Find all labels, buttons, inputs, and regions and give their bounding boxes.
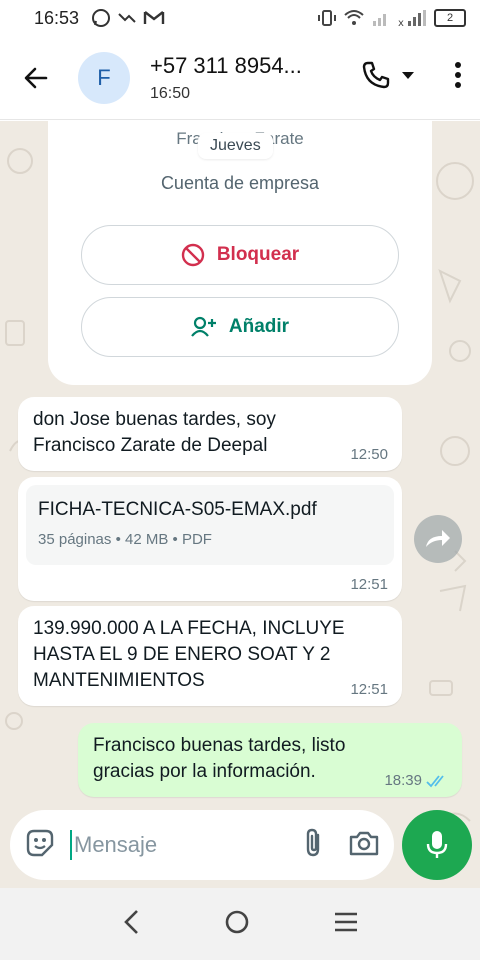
message-time: 12:51 xyxy=(350,681,388,698)
nav-back-button[interactable] xyxy=(121,908,141,941)
file-name: FICHA-TECNICA-S05-EMAX.pdf xyxy=(38,499,317,520)
phone-icon xyxy=(362,61,390,89)
message-time: 12:51 xyxy=(350,576,388,593)
message-time: 12:50 xyxy=(350,446,388,463)
call-options-button[interactable] xyxy=(400,67,416,88)
document-attachment[interactable]: FICHA-TECNICA-S05-EMAX.pdf 35 páginas • … xyxy=(26,485,394,565)
battery-level: 2 xyxy=(446,12,454,24)
add-contact-button[interactable]: Añadir xyxy=(81,297,399,357)
add-label: Añadir xyxy=(228,316,290,337)
chat-header: F +57 311 8954... 16:50 xyxy=(0,36,480,120)
file-type: PDF xyxy=(181,531,212,548)
sticker-button[interactable] xyxy=(24,827,56,864)
signal-icon-2: x xyxy=(398,10,426,27)
message-line: Francisco Zarate de Deepal xyxy=(33,435,268,456)
battery-icon: 2 xyxy=(434,9,466,27)
contact-info[interactable]: +57 311 8954... 16:50 xyxy=(150,53,302,103)
block-button[interactable]: Bloquear xyxy=(81,225,399,285)
camera-icon xyxy=(349,831,379,855)
block-icon xyxy=(181,243,205,267)
microphone-icon xyxy=(426,831,448,858)
avatar[interactable]: F xyxy=(78,51,130,104)
menu-lines-icon xyxy=(335,912,357,931)
gmail-icon xyxy=(143,11,165,24)
svg-text:x: x xyxy=(398,18,404,27)
block-label: Bloquear xyxy=(216,244,300,265)
file-meta: 35 páginas • 42 MB • PDF xyxy=(38,531,212,548)
status-time: 16:53 xyxy=(34,7,80,28)
nav-recents-button[interactable] xyxy=(333,911,359,938)
status-bar: 16:53 x 2 xyxy=(0,0,480,36)
message-line: HASTA EL 9 DE ENERO SOAT Y 2 xyxy=(33,644,331,665)
arrow-left-icon xyxy=(24,67,48,88)
vibrate-icon xyxy=(318,10,336,26)
caret-down-icon xyxy=(402,72,414,79)
composer-actions xyxy=(302,827,380,864)
back-button[interactable] xyxy=(0,36,72,120)
voice-message-button[interactable] xyxy=(402,810,472,880)
attach-button[interactable] xyxy=(302,827,326,864)
missed-call-icon xyxy=(118,13,136,23)
message-text: 139.990.000 A LA FECHA, INCLUYE HASTA EL… xyxy=(33,616,387,694)
message-line: MANTENIMIENTOS xyxy=(33,670,205,691)
file-pages: 35 páginas xyxy=(38,531,112,548)
read-receipt-icon xyxy=(426,775,444,788)
menu-button[interactable] xyxy=(454,61,462,94)
chat-area[interactable]: Francisco Zarate Jueves Cuenta de empres… xyxy=(0,121,480,888)
message-line: Francisco buenas tardes, listo xyxy=(93,735,346,756)
message-input[interactable]: Mensaje xyxy=(70,830,302,860)
nav-home-button[interactable] xyxy=(223,908,251,941)
file-message-bubble[interactable]: FICHA-TECNICA-S05-EMAX.pdf 35 páginas • … xyxy=(18,477,402,601)
business-info-card: Francisco Zarate Jueves Cuenta de empres… xyxy=(48,121,432,385)
date-chip: Jueves xyxy=(198,133,273,159)
camera-button[interactable] xyxy=(348,829,380,862)
system-navigation-bar xyxy=(0,888,480,960)
contact-name: +57 311 8954... xyxy=(150,52,302,78)
file-size: 42 MB xyxy=(125,531,169,548)
chevron-left-icon xyxy=(124,909,138,934)
message-line: don Jose buenas tardes, soy xyxy=(33,409,276,430)
outgoing-message-bubble[interactable]: Francisco buenas tardes, listo gracias p… xyxy=(78,723,462,797)
message-line: 139.990.000 A LA FECHA, INCLUYE xyxy=(33,618,345,639)
last-seen: 16:50 xyxy=(150,84,191,102)
signal-icon xyxy=(373,14,386,26)
sticker-icon xyxy=(26,829,54,856)
message-text: don Jose buenas tardes, soy Francisco Za… xyxy=(33,407,387,459)
forward-button[interactable] xyxy=(414,515,462,563)
message-composer: Mensaje xyxy=(10,810,394,880)
header-actions xyxy=(360,59,480,96)
message-time: 18:39 xyxy=(384,772,422,789)
whatsapp-icon xyxy=(92,9,111,27)
call-button[interactable] xyxy=(360,59,392,96)
account-type: Cuenta de empresa xyxy=(160,173,320,193)
forward-icon xyxy=(426,530,450,547)
message-bubble[interactable]: don Jose buenas tardes, soy Francisco Za… xyxy=(18,397,402,471)
message-bubble[interactable]: 139.990.000 A LA FECHA, INCLUYE HASTA EL… xyxy=(18,606,402,706)
more-vertical-icon xyxy=(455,62,461,88)
system-icons: x 2 xyxy=(318,9,466,27)
circle-home-icon xyxy=(225,910,249,933)
wifi-icon xyxy=(344,10,364,25)
add-person-icon xyxy=(191,316,216,337)
paperclip-icon xyxy=(306,828,320,856)
notification-icons xyxy=(91,8,165,28)
